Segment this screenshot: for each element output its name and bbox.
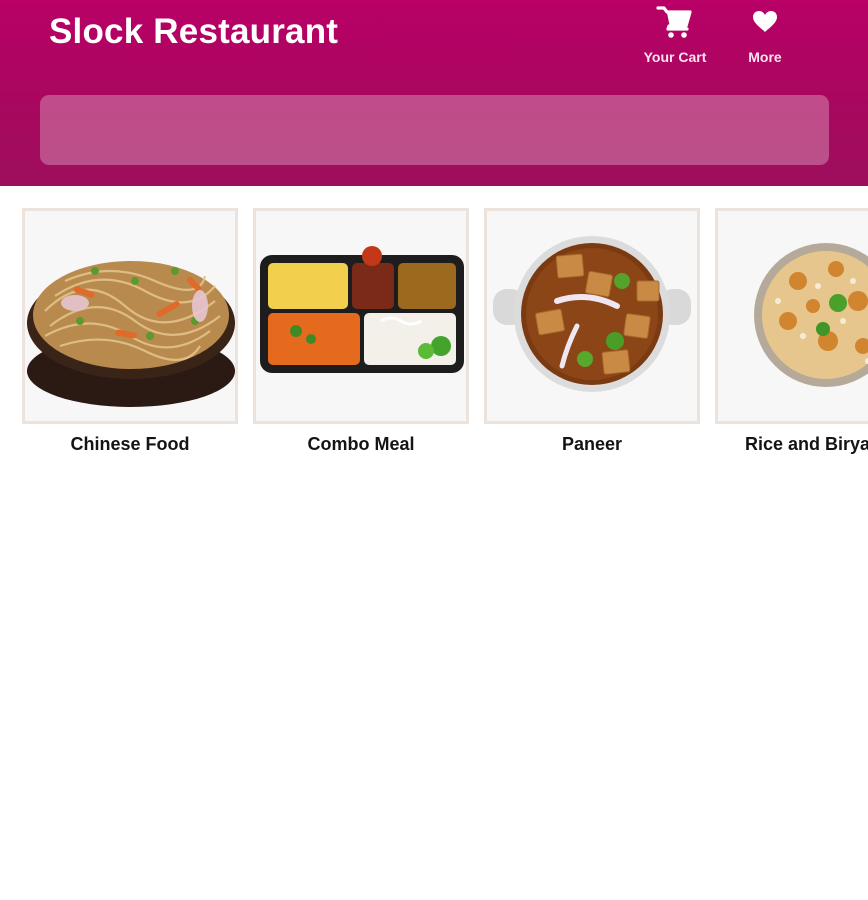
your-cart-label: Your Cart <box>643 49 707 65</box>
category-label: Combo Meal <box>307 434 415 454</box>
heart-icon <box>751 4 779 43</box>
more-button[interactable]: More <box>720 4 810 68</box>
noodles-bowl-image <box>22 208 238 424</box>
category-card-chinese-food[interactable]: Chinese Food <box>22 208 238 455</box>
category-card-rice-and-biryani[interactable]: Rice and Biryani <box>715 208 868 455</box>
category-label: Paneer <box>561 434 623 454</box>
category-label: Chinese Food <box>70 434 190 454</box>
restaurant-title: Slock Restaurant <box>49 12 339 51</box>
biryani-bowl-image <box>715 208 868 424</box>
category-card-combo-meal[interactable]: Combo Meal <box>253 208 469 455</box>
more-label: More <box>748 49 782 65</box>
header-bar: Slock Restaurant Your Cart More <box>0 0 868 186</box>
cart-icon <box>656 4 694 45</box>
category-card-paneer[interactable]: Paneer <box>484 208 700 455</box>
combo-tray-image <box>253 208 469 424</box>
paneer-curry-image <box>484 208 700 424</box>
category-carousel[interactable]: Chinese Food Combo Meal Paneer Rice and … <box>0 208 868 468</box>
category-label: Rice and Biryani <box>745 434 868 454</box>
your-cart-button[interactable]: Your Cart <box>630 4 720 68</box>
search-input[interactable] <box>40 95 829 165</box>
app-root: Slock Restaurant Your Cart More Chinese … <box>0 0 868 900</box>
